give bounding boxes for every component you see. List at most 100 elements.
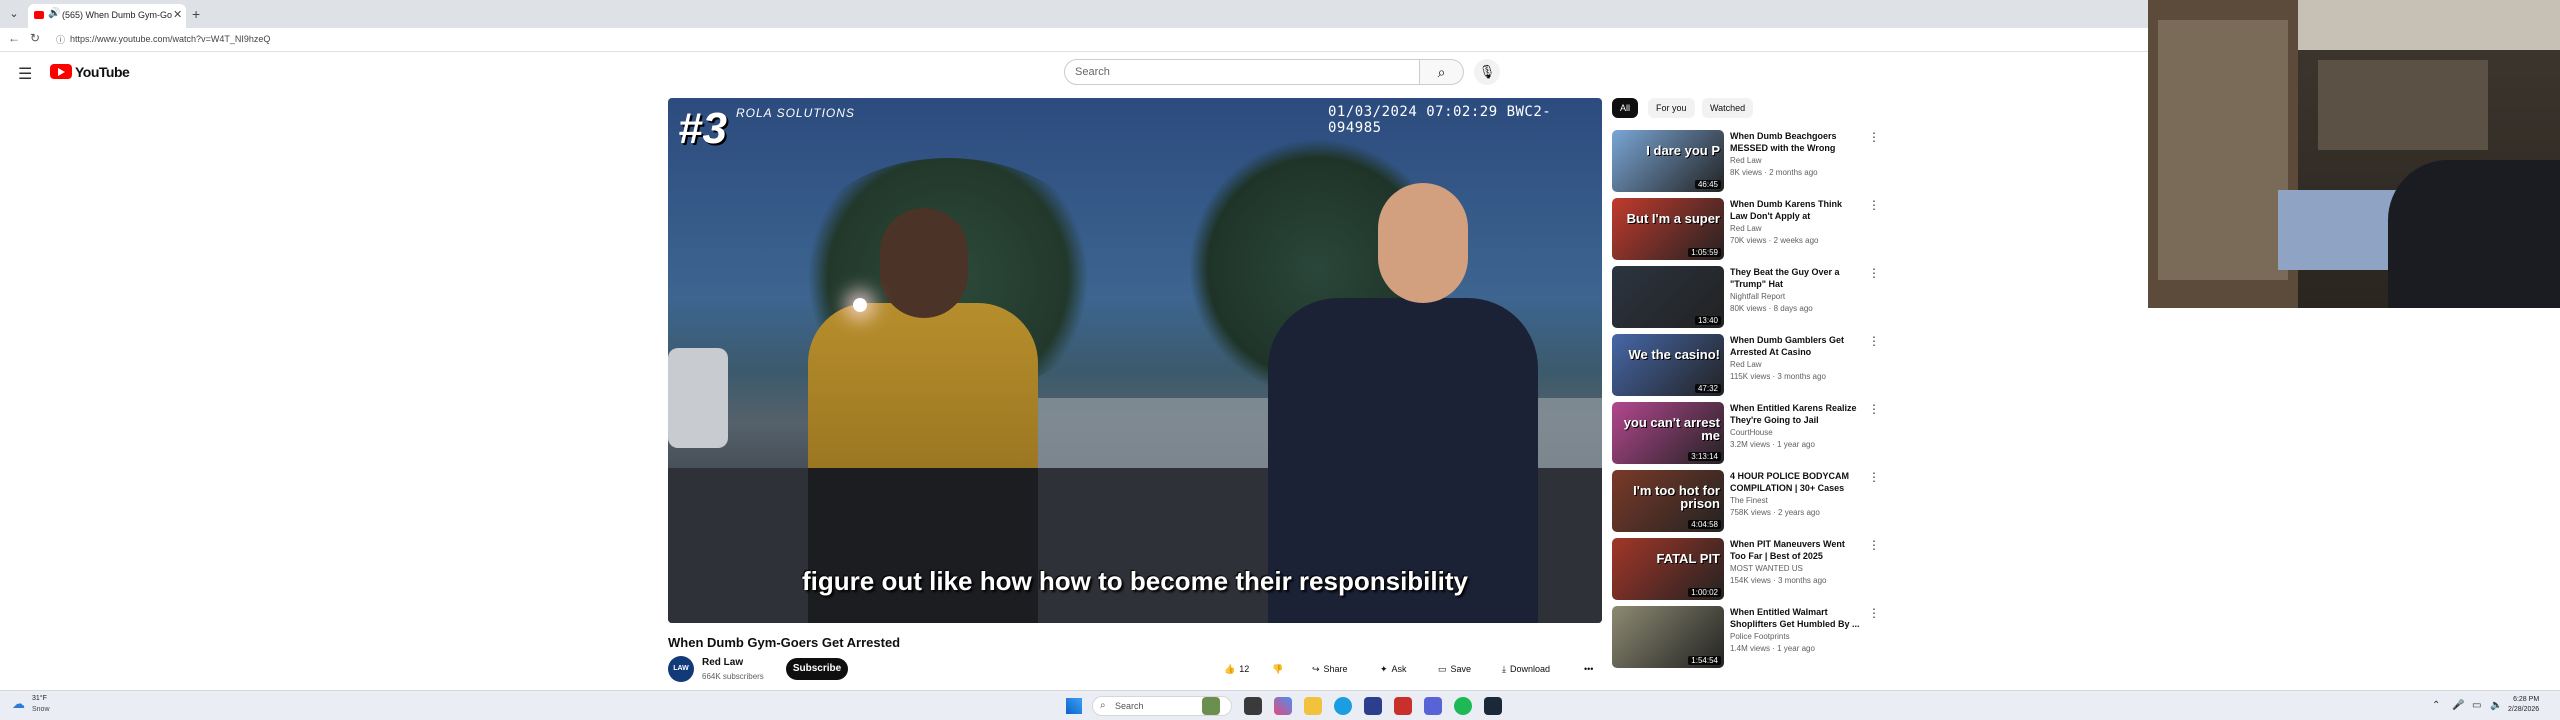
recommendation-meta: 758K views · 2 years ago [1730,508,1820,517]
recommendation-item[interactable]: We the casino! 47:32 When Dumb Gamblers Ge… [1612,334,1882,398]
recommendation-title[interactable]: They Beat the Guy Over a "Trump" Hat [1730,266,1860,290]
thumbnail-overlay-text: I dare you P [1646,143,1720,158]
recommendation-item[interactable]: FATAL PIT 1:00:02 When PIT Maneuvers Went … [1612,538,1882,602]
channel-avatar[interactable]: LAW [668,656,694,682]
recommendation-item[interactable]: 1:54:54 When Entitled Walmart Shoplifters… [1612,606,1882,670]
mic-tray-icon[interactable]: 🎤 [2452,700,2464,711]
store-icon[interactable] [1364,697,1382,715]
like-button[interactable]: 👍 12 [1224,660,1249,678]
recommendation-title[interactable]: When Dumb Beachgoers MESSED with the Wro… [1730,130,1860,154]
recommendation-channel[interactable]: CourtHouse [1730,428,1773,437]
chip-watched[interactable]: Watched [1702,98,1754,118]
youtube-logo-text[interactable]: YouTube [75,64,130,80]
recommendation-item[interactable]: you can't arrest me 3:13:14 When Entitled … [1612,402,1882,466]
thumbnail-overlay-text: FATAL PIT [1656,551,1720,566]
more-vert-icon[interactable]: ⋮ [1868,198,1880,212]
video-duration: 3:13:14 [1688,452,1721,461]
download-button[interactable]: ⤓ Download [1502,660,1550,678]
network-icon[interactable]: ▭ [2472,700,2481,711]
start-button-icon[interactable] [1066,698,1082,714]
video-title: When Dumb Gym-Goers Get Arrested [668,635,901,650]
taskbar-search-label: Search [1115,701,1144,711]
recommendation-channel[interactable]: Red Law [1730,360,1762,369]
recommendation-channel[interactable]: Police Footprints [1730,632,1790,641]
back-arrow-icon[interactable]: ← [8,31,20,45]
reload-icon[interactable]: ↻ [30,31,40,45]
chip-all[interactable]: All [1612,98,1639,118]
video-thumbnail[interactable]: I dare you P 46:45 [1612,130,1724,192]
save-button[interactable]: ▭ Save [1438,660,1471,678]
recommendation-meta: 1.4M views · 1 year ago [1730,644,1815,653]
recommendation-title[interactable]: When Dumb Gamblers Get Arrested At Casin… [1730,334,1860,358]
widget-icon[interactable] [1202,697,1220,715]
recommendation-title[interactable]: 4 HOUR POLICE BODYCAM COMPILATION | 30+ … [1730,470,1860,494]
weather-temp[interactable]: 31°F [32,695,47,702]
search-input[interactable] [1064,59,1420,85]
site-info-icon[interactable]: ⓘ [56,33,65,46]
video-thumbnail[interactable]: But I'm a super 1:05:59 [1612,198,1724,260]
screen: ⌄ 🔊 (565) When Dumb Gym-Goers Get Arrest… [0,0,2560,720]
url-field[interactable]: https://www.youtube.com/watch?v=W4T_NI9h… [70,34,270,44]
browser-tab[interactable]: 🔊 (565) When Dumb Gym-Goers Get Arrested… [28,4,186,28]
task-view-icon[interactable] [1244,697,1262,715]
tray-chevron-icon[interactable]: ⌃ [2432,700,2440,711]
spotify-icon[interactable] [1454,697,1472,715]
video-thumbnail[interactable]: 1:54:54 [1612,606,1724,668]
more-vert-icon[interactable]: ⋮ [1868,606,1880,620]
search-icon[interactable]: ⌕ [1420,59,1464,85]
clock[interactable]: 6:28 PM 2/28/2026 [2508,695,2539,715]
video-thumbnail[interactable]: FATAL PIT 1:00:02 [1612,538,1724,600]
weather-icon[interactable]: ☁ [12,696,25,712]
share-button[interactable]: ↪ Share [1312,660,1348,678]
file-explorer-icon[interactable] [1304,697,1322,715]
more-vert-icon[interactable]: ⋮ [1868,266,1880,280]
more-vert-icon[interactable]: ⋮ [1868,334,1880,348]
microphone-icon[interactable]: 🎙 [1474,59,1500,85]
thumbnail-overlay-text: I'm too hot for prison [1633,483,1720,511]
copilot-icon[interactable] [1274,697,1292,715]
more-vert-icon[interactable]: ⋮ [1868,130,1880,144]
chip-for-you[interactable]: For you [1648,98,1695,118]
video-player[interactable]: #3 ROLA SOLUTIONS 01/03/2024 07:02:29 BW… [668,98,1602,623]
channel-name[interactable]: Red Law [702,657,743,668]
recommendation-title[interactable]: When Entitled Walmart Shoplifters Get Hu… [1730,606,1860,630]
new-tab-button[interactable]: + [192,6,200,22]
app-icon[interactable] [1394,697,1412,715]
recommendation-title[interactable]: When Dumb Karens Think Law Don't Apply a… [1730,198,1860,222]
recommendation-channel[interactable]: MOST WANTED US [1730,564,1803,573]
recommendation-channel[interactable]: Red Law [1730,156,1762,165]
recommendation-item[interactable]: But I'm a super 1:05:59 When Dumb Karens T… [1612,198,1882,262]
thumbnail-overlay-text: We the casino! [1628,347,1720,362]
recommendation-channel[interactable]: Red Law [1730,224,1762,233]
more-actions-button[interactable]: ••• [1584,660,1593,678]
recommendation-item[interactable]: 13:40 They Beat the Guy Over a "Trump" Ha… [1612,266,1882,330]
subscribe-button[interactable]: Subscribe [786,658,848,680]
more-vert-icon[interactable]: ⋮ [1868,538,1880,552]
recommendation-channel[interactable]: Nightfall Report [1730,292,1785,301]
recommendation-channel[interactable]: The Finest [1730,496,1768,505]
video-thumbnail[interactable]: you can't arrest me 3:13:14 [1612,402,1724,464]
recommendation-title[interactable]: When Entitled Karens Realize They're Goi… [1730,402,1860,426]
video-thumbnail[interactable]: 13:40 [1612,266,1724,328]
speaker-icon[interactable]: 🔊 [48,8,60,19]
more-vert-icon[interactable]: ⋮ [1868,470,1880,484]
tab-list-chevron-icon[interactable]: ⌄ [4,5,24,23]
edge-icon[interactable] [1334,697,1352,715]
hamburger-menu-icon[interactable]: ☰ [18,64,32,84]
discord-icon[interactable] [1424,697,1442,715]
youtube-favicon-icon [34,11,44,19]
close-tab-icon[interactable]: ✕ [173,8,182,21]
youtube-logo-icon[interactable] [50,64,72,79]
video-thumbnail[interactable]: I'm too hot for prison 4:04:58 [1612,470,1724,532]
recommendation-title[interactable]: When PIT Maneuvers Went Too Far | Best o… [1730,538,1860,562]
webcam-chair [2388,160,2560,308]
more-vert-icon[interactable]: ⋮ [1868,402,1880,416]
ask-button[interactable]: ✦ Ask [1380,660,1407,678]
volume-icon[interactable]: 🔈 [2490,700,2502,711]
dislike-button[interactable]: 👎 [1272,660,1283,678]
video-thumbnail[interactable]: We the casino! 47:32 [1612,334,1724,396]
recommendation-item[interactable]: I dare you P 46:45 When Dumb Beachgoers ME… [1612,130,1882,194]
recommendation-item[interactable]: I'm too hot for prison 4:04:58 4 HOUR POLI… [1612,470,1882,534]
steam-icon[interactable] [1484,697,1502,715]
weather-condition[interactable]: Snow [32,706,50,713]
